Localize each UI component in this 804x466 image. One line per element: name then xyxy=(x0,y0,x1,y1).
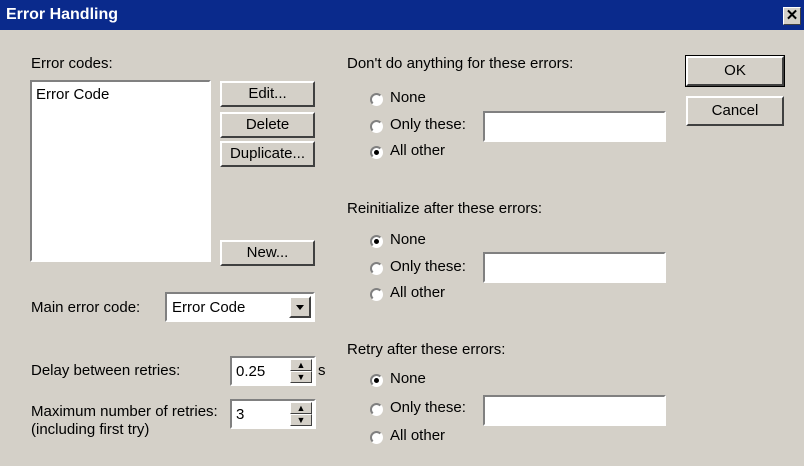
close-icon[interactable]: ✕ xyxy=(783,7,801,25)
radio-only-these[interactable] xyxy=(370,120,383,133)
only-these-input[interactable] xyxy=(483,252,666,283)
max-retries-value: 3 xyxy=(236,406,245,423)
main-error-code-select[interactable]: Error Code xyxy=(165,292,315,322)
radio-none[interactable] xyxy=(370,93,383,106)
radio-selected-dot xyxy=(374,150,379,155)
radio-label: None xyxy=(390,370,426,387)
title-bar: Error Handling ✕ xyxy=(0,0,804,30)
max-retries-sublabel: (including first try) xyxy=(31,421,150,438)
ok-button[interactable]: OK xyxy=(685,55,785,87)
radio-only-these[interactable] xyxy=(370,262,383,275)
radio-selected-dot xyxy=(374,378,379,383)
radio-label: All other xyxy=(390,284,446,301)
radio-label: None xyxy=(390,89,426,106)
group-dont-do-anything-title: Don't do anything for these errors: xyxy=(347,55,574,72)
delay-label: Delay between retries: xyxy=(31,362,181,379)
spin-up-icon[interactable]: ▲ xyxy=(290,402,312,414)
list-item[interactable]: Error Code xyxy=(36,86,109,103)
spin-down-icon[interactable]: ▼ xyxy=(290,414,312,426)
window-title: Error Handling xyxy=(6,6,119,23)
radio-label: Only these: xyxy=(390,116,466,133)
main-error-code-value: Error Code xyxy=(172,299,246,316)
max-retries-label: Maximum number of retries: xyxy=(31,403,218,420)
radio-selected-dot xyxy=(374,239,379,244)
spin-up-icon[interactable]: ▲ xyxy=(290,359,312,371)
max-retries-input[interactable]: 3 ▲ ▼ xyxy=(230,399,316,429)
radio-all-other[interactable] xyxy=(370,288,383,301)
delay-input[interactable]: 0.25 ▲ ▼ xyxy=(230,356,316,386)
delay-unit: s xyxy=(318,362,326,379)
radio-label: Only these: xyxy=(390,399,466,416)
radio-none[interactable] xyxy=(370,235,383,248)
radio-all-other[interactable] xyxy=(370,431,383,444)
dropdown-button[interactable] xyxy=(289,296,311,318)
cancel-button[interactable]: Cancel xyxy=(686,96,784,126)
radio-none[interactable] xyxy=(370,374,383,387)
chevron-down-icon xyxy=(296,305,304,310)
error-codes-label: Error codes: xyxy=(31,55,113,72)
only-these-input[interactable] xyxy=(483,111,666,142)
main-error-code-label: Main error code: xyxy=(31,299,141,316)
only-these-input[interactable] xyxy=(483,395,666,426)
delete-button[interactable]: Delete xyxy=(220,112,315,138)
radio-label: All other xyxy=(390,427,446,444)
radio-label: All other xyxy=(390,142,446,159)
radio-all-other[interactable] xyxy=(370,146,383,159)
duplicate-button[interactable]: Duplicate... xyxy=(220,141,315,167)
group-reinitialize-title: Reinitialize after these errors: xyxy=(347,200,543,217)
edit-button[interactable]: Edit... xyxy=(220,81,315,107)
group-retry-title: Retry after these errors: xyxy=(347,341,506,358)
radio-label: Only these: xyxy=(390,258,466,275)
new-button[interactable]: New... xyxy=(220,240,315,266)
radio-only-these[interactable] xyxy=(370,403,383,416)
error-codes-list[interactable]: Error Code xyxy=(30,80,211,262)
spin-down-icon[interactable]: ▼ xyxy=(290,371,312,383)
radio-label: None xyxy=(390,231,426,248)
error-handling-dialog: Error Handling ✕ Error codes: Error Code… xyxy=(0,0,804,466)
error-codes-label-text: Error codes: xyxy=(31,55,113,72)
delay-value: 0.25 xyxy=(236,363,266,380)
